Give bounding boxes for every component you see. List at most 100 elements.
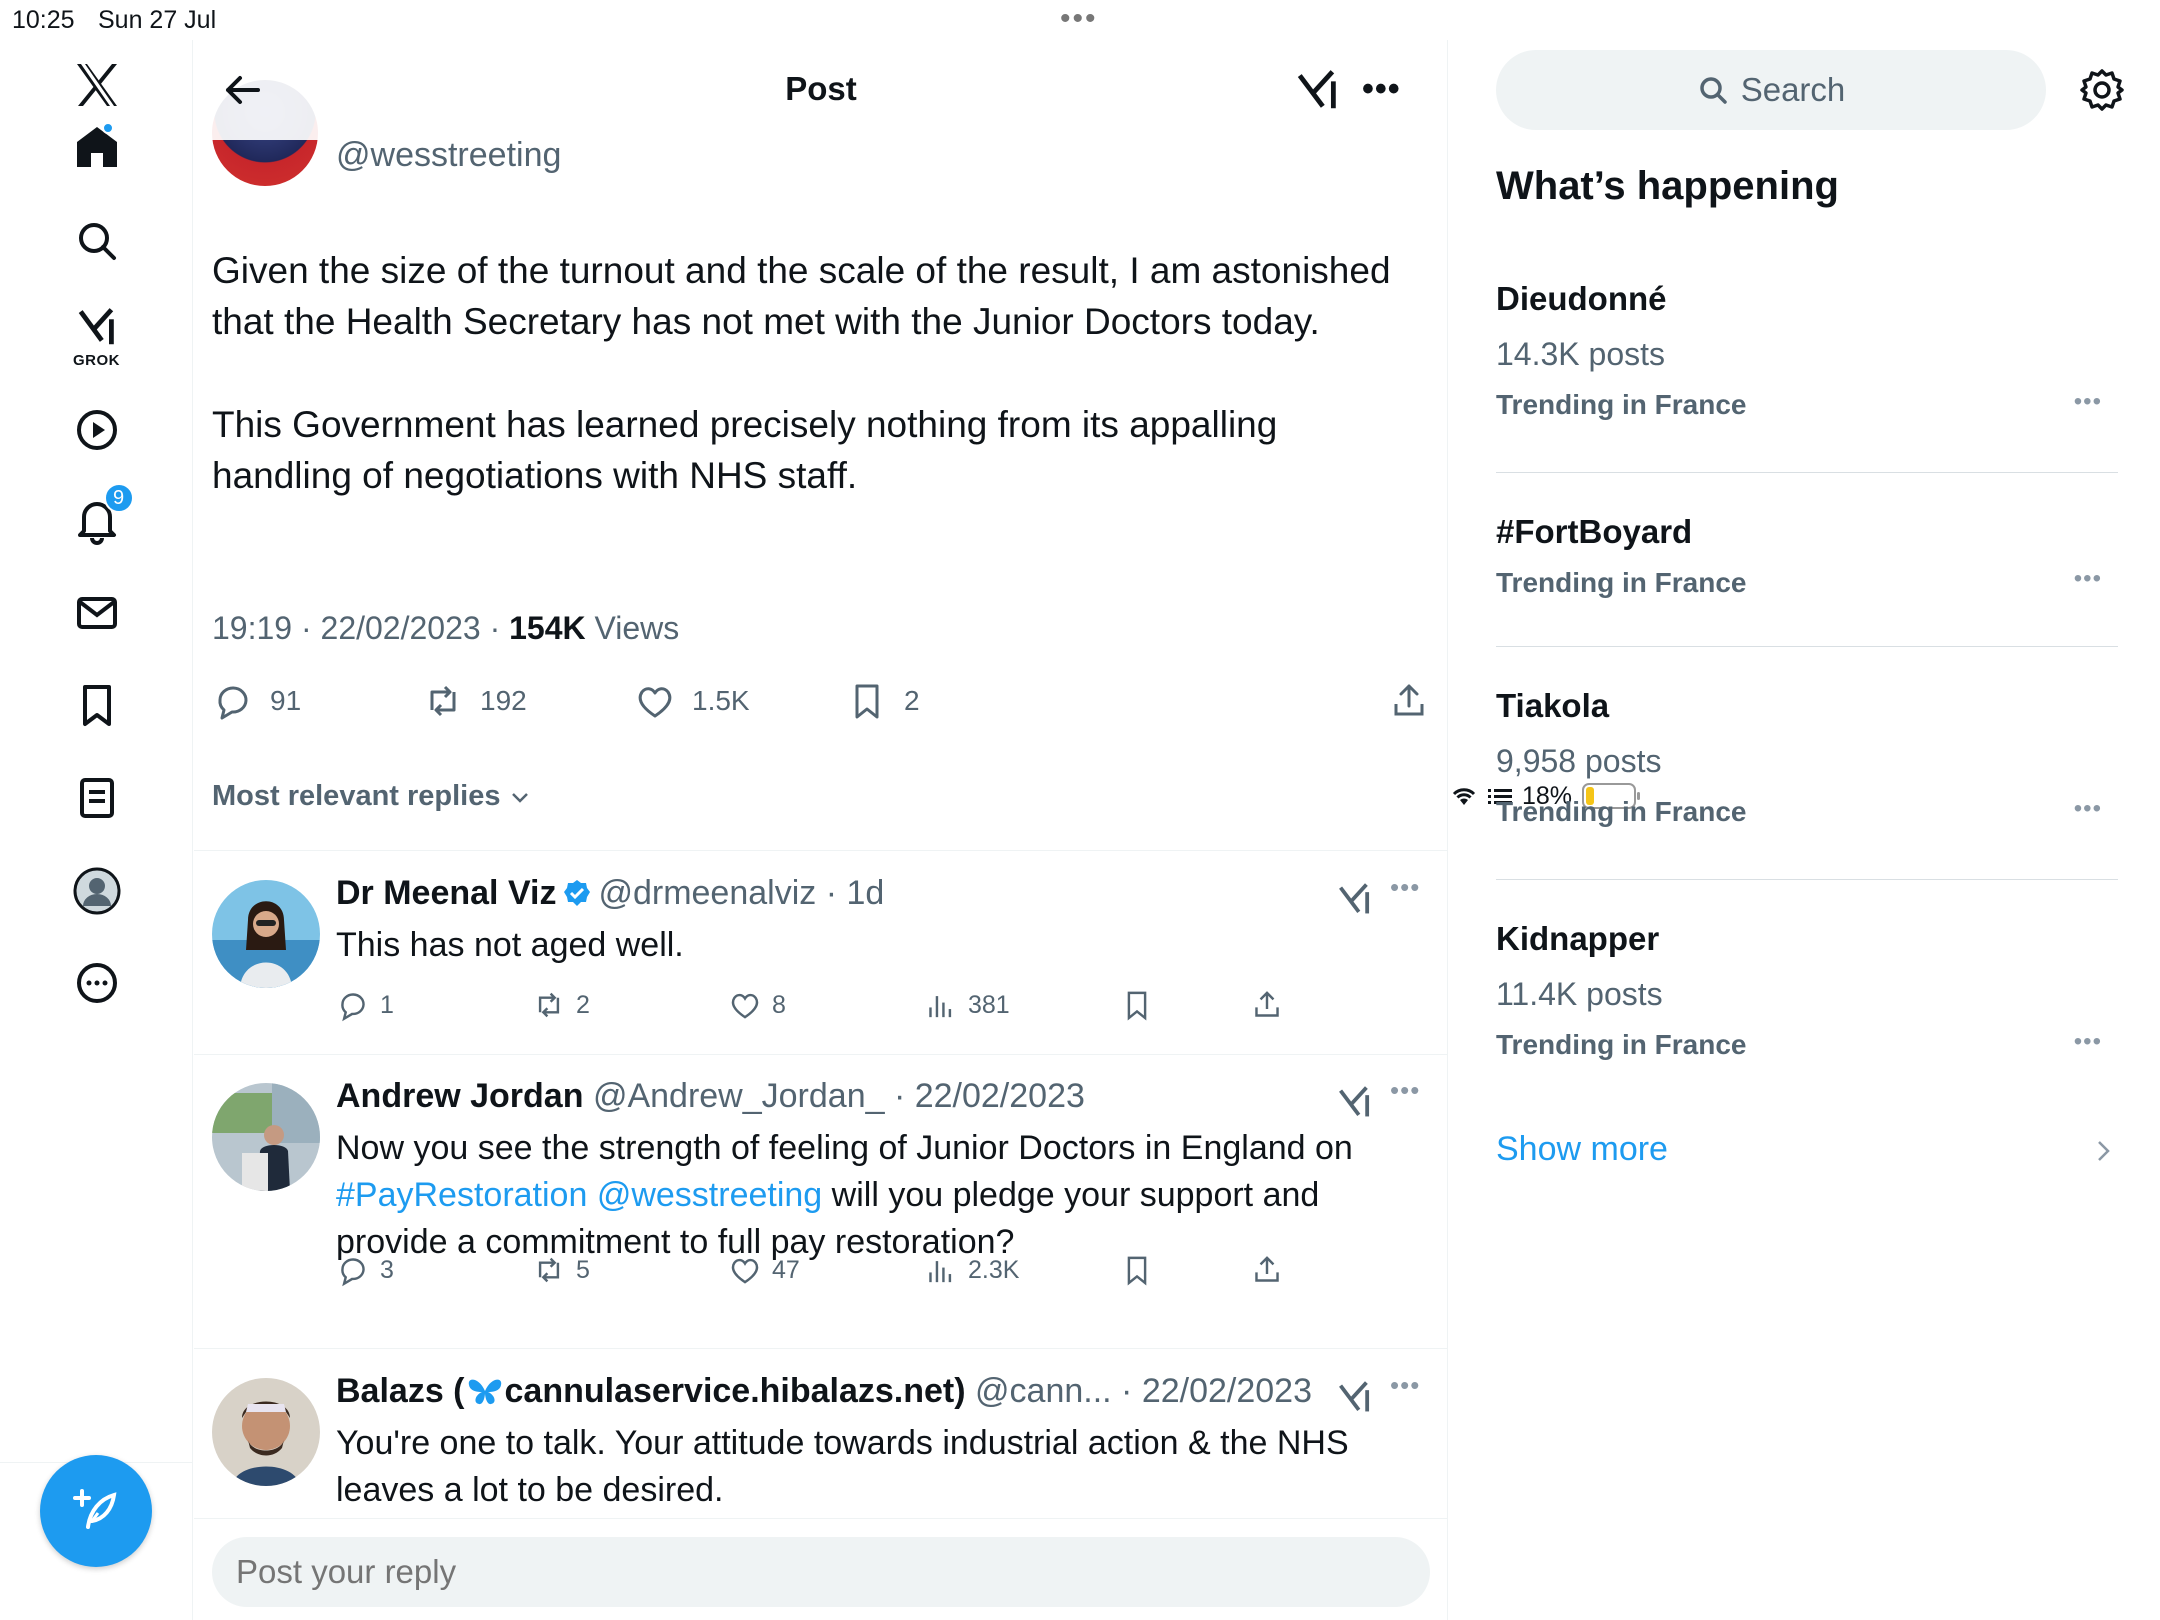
nav-home[interactable] [0, 122, 193, 177]
reply-sort-dropdown[interactable]: Most relevant replies [212, 780, 531, 813]
trend-location: Trending in France [1496, 796, 1747, 827]
views-count: 154K [509, 610, 586, 646]
reply-author-name[interactable]: Balazs (cannulaservice.hibalazs.net) [336, 1372, 966, 1410]
divider [1496, 879, 2118, 880]
reply-count: 3 [380, 1255, 394, 1284]
reply-button[interactable]: 91 [212, 680, 301, 722]
post-paragraph: This Government has learned precisely no… [212, 404, 1278, 496]
reply-avatar[interactable] [212, 1083, 320, 1191]
reply-more-icon[interactable]: ••• [1390, 872, 1420, 903]
share-button[interactable] [1250, 988, 1284, 1022]
repost-count: 5 [576, 1255, 590, 1284]
trend-location: Trending in France [1496, 1029, 1747, 1060]
author-handle[interactable]: @wesstreeting [336, 136, 561, 175]
nav-video[interactable] [0, 405, 193, 455]
like-button[interactable]: 47 [728, 1253, 800, 1287]
nav-messages[interactable] [0, 588, 193, 638]
reply-icon [218, 686, 248, 720]
post-paragraph: Given the size of the turnout and the sc… [212, 250, 1391, 342]
trend-more-icon[interactable]: ••• [2074, 1028, 2102, 1056]
hashtag-link[interactable]: #PayRestoration [336, 1176, 587, 1214]
divider [1496, 646, 2118, 647]
verified-badge-icon [564, 880, 591, 906]
trend-item[interactable]: Kidnapper 11.4K posts Trending in France… [1496, 920, 2116, 1061]
reply-input[interactable] [212, 1537, 1430, 1607]
views-count: 2.3K [968, 1255, 1020, 1284]
share-button[interactable] [1250, 1253, 1284, 1287]
nav-bookmarks[interactable] [0, 680, 193, 730]
reply-button[interactable]: 1 [336, 988, 394, 1022]
divider [194, 850, 1447, 851]
like-count: 47 [772, 1255, 800, 1284]
reply-actions: 1 2 8 381 [336, 988, 1336, 1028]
grok-icon[interactable] [1336, 1083, 1374, 1121]
reply-author-name[interactable]: Dr Meenal Viz [336, 874, 556, 912]
chevron-down-icon [511, 792, 528, 803]
reply-author-handle[interactable]: @Andrew_Jordan_ · 22/02/2023 [593, 1077, 1085, 1115]
reply-avatar[interactable] [212, 1378, 320, 1486]
divider [1496, 472, 2118, 473]
x-logo-icon[interactable] [0, 60, 193, 110]
repost-button[interactable]: 192 [422, 680, 527, 722]
trend-item[interactable]: #FortBoyard Trending in France ••• [1496, 513, 2116, 599]
show-more-link[interactable]: Show more [1496, 1130, 1668, 1169]
trend-more-icon[interactable]: ••• [2074, 388, 2102, 416]
post-meta: 19:19 · 22/02/2023 · 154K Views [212, 610, 679, 647]
post-header: Post ••• [194, 40, 1447, 140]
share-button[interactable] [1388, 680, 1430, 722]
reply-more-icon[interactable]: ••• [1390, 1370, 1420, 1401]
trend-more-icon[interactable]: ••• [2074, 795, 2102, 823]
reply-more-icon[interactable]: ••• [1390, 1075, 1420, 1106]
reply-author-handle[interactable]: @drmeenalviz · 1d [598, 874, 884, 912]
nav-lists[interactable] [0, 773, 193, 823]
bookmark-button[interactable] [1120, 1253, 1154, 1287]
like-button[interactable]: 8 [728, 988, 786, 1022]
trend-count: 11.4K posts [1496, 976, 1663, 1012]
bookmark-button[interactable] [1120, 988, 1154, 1022]
compose-post-button[interactable] [40, 1455, 152, 1567]
gear-icon[interactable] [2078, 66, 2126, 114]
repost-icon [430, 685, 456, 717]
like-count: 8 [772, 990, 786, 1019]
views-button[interactable]: 381 [924, 988, 1010, 1022]
nav-grok[interactable]: GROK [0, 302, 193, 369]
views-count: 381 [968, 990, 1010, 1019]
nav-more[interactable] [0, 958, 193, 1008]
grok-label: GROK [73, 352, 120, 369]
main-column: Post ••• @wesstreeting Given the size of… [194, 40, 1448, 1620]
mention-link[interactable]: @wesstreeting [597, 1176, 822, 1214]
trend-name: Kidnapper [1496, 920, 1660, 957]
reply-count: 1 [380, 990, 394, 1019]
bookmark-button[interactable]: 2 [846, 680, 920, 722]
views-button[interactable]: 2.3K [924, 1253, 1019, 1287]
reply-author-name[interactable]: Andrew Jordan [336, 1077, 583, 1115]
grok-icon [78, 308, 114, 345]
like-button[interactable]: 1.5K [634, 680, 750, 722]
mail-icon [76, 597, 117, 629]
reply-avatar[interactable] [212, 880, 320, 988]
grok-icon[interactable] [1336, 880, 1374, 918]
repost-button[interactable]: 2 [532, 988, 590, 1022]
multitask-dots-icon[interactable]: ••• [1060, 2, 1098, 36]
search-input[interactable]: Search [1496, 50, 2046, 130]
reply-button[interactable]: 3 [336, 1253, 394, 1287]
nav-profile[interactable] [0, 866, 193, 916]
home-unread-dot [101, 122, 114, 134]
trend-more-icon[interactable]: ••• [2074, 565, 2102, 593]
nav-explore[interactable] [0, 216, 193, 266]
more-circle-icon [76, 963, 117, 1003]
reply-item[interactable]: Dr Meenal Viz @drmeenalviz · 1d ••• This … [194, 852, 1447, 1054]
trend-item[interactable]: Dieudonné 14.3K posts Trending in France… [1496, 280, 2116, 421]
post-timestamp[interactable]: 19:19 · 22/02/2023 · [212, 610, 509, 646]
status-time: 10:25 [12, 6, 75, 34]
more-options-icon[interactable]: ••• [1362, 70, 1401, 109]
heart-icon [638, 687, 672, 718]
reply-author-handle[interactable]: @cann... · 22/02/2023 [975, 1372, 1312, 1410]
nav-notifications[interactable]: 9 [0, 483, 193, 550]
trend-item[interactable]: Tiakola 9,958 posts Trending in France •… [1496, 687, 2116, 828]
grok-icon[interactable] [1336, 1378, 1374, 1416]
reply-item[interactable]: Andrew Jordan @Andrew_Jordan_ · 22/02/20… [194, 1055, 1447, 1335]
grok-explain-icon[interactable] [1294, 66, 1342, 114]
repost-button[interactable]: 5 [532, 1253, 590, 1287]
search-icon [1699, 77, 1727, 104]
